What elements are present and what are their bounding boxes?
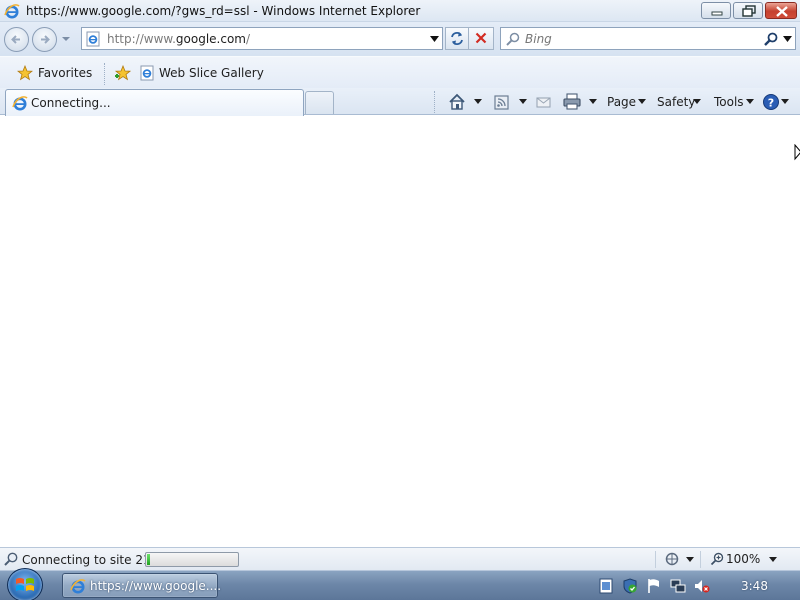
refresh-button[interactable]: [445, 27, 469, 50]
loading-progress-fill: [147, 554, 150, 565]
stop-button[interactable]: [469, 27, 494, 50]
magnifier-icon: [4, 552, 18, 566]
ie-icon: [12, 96, 28, 111]
search-options-dropdown-icon[interactable]: [783, 36, 792, 42]
window-title: https://www.google.com/?gws_rd=ssl - Win…: [26, 4, 421, 18]
command-bar-separator: [434, 91, 435, 113]
minimize-icon: [711, 11, 723, 16]
chevron-down-icon: [693, 99, 701, 104]
mouse-cursor-icon: [794, 144, 800, 161]
read-mail-button[interactable]: [535, 91, 555, 113]
search-provider-icon: [506, 32, 520, 46]
search-box[interactable]: [500, 27, 796, 50]
action-center-flag-icon[interactable]: [646, 578, 662, 594]
status-bar: Connecting to site 216 100%: [0, 547, 800, 570]
chevron-down-icon[interactable]: [519, 99, 527, 104]
svg-text:?: ?: [768, 97, 774, 110]
favorites-item-label: Web Slice Gallery: [159, 66, 264, 80]
stop-icon: [475, 32, 487, 44]
taskbar-button-label: https://www.google....: [90, 579, 222, 593]
address-bar[interactable]: http://www.google.com/: [81, 27, 443, 50]
forward-button[interactable]: [32, 27, 57, 52]
security-shield-icon[interactable]: [622, 578, 638, 594]
new-tab-button[interactable]: [305, 91, 334, 114]
recent-pages-dropdown-icon[interactable]: [61, 35, 71, 43]
tools-menu-button[interactable]: Tools: [713, 91, 757, 113]
favorites-separator: [104, 63, 105, 85]
safety-menu-button[interactable]: Safety: [656, 91, 706, 113]
refresh-icon: [451, 32, 463, 45]
close-icon: [776, 6, 788, 17]
taskbar: https://www.google.... 3:48: [0, 568, 800, 600]
tab-label: Connecting...: [31, 96, 111, 110]
chevron-down-icon[interactable]: [686, 557, 694, 562]
help-button[interactable]: ?: [762, 91, 792, 113]
page-menu-label: Page: [607, 95, 637, 109]
network-icon[interactable]: [670, 578, 686, 594]
tools-menu-label: Tools: [714, 95, 744, 109]
volume-muted-icon[interactable]: [694, 578, 710, 594]
ie-page-icon: [140, 65, 154, 81]
feeds-button[interactable]: [492, 91, 532, 113]
favorites-bar: Favorites Web Slice Gallery: [0, 56, 800, 88]
protected-mode-icon[interactable]: [664, 551, 680, 567]
status-separator: [655, 551, 656, 568]
chevron-down-icon: [638, 99, 646, 104]
page-content[interactable]: [0, 116, 800, 547]
ie-icon: [4, 4, 20, 19]
restore-icon: [742, 5, 756, 17]
safety-menu-label: Safety: [657, 95, 696, 109]
chevron-down-icon[interactable]: [769, 557, 777, 562]
add-to-favorites-bar-icon[interactable]: [114, 65, 132, 81]
favorites-item-web-slice-gallery[interactable]: Web Slice Gallery: [137, 62, 264, 84]
help-icon: ?: [763, 94, 779, 110]
print-button[interactable]: [562, 91, 600, 113]
taskbar-button-internet-explorer[interactable]: https://www.google....: [62, 573, 222, 598]
print-icon: [563, 93, 581, 110]
windows-logo-icon: [16, 578, 34, 591]
minimize-button[interactable]: [701, 2, 731, 19]
chevron-down-icon[interactable]: [589, 99, 597, 104]
read-mail-icon: [536, 97, 551, 108]
tab-row: Connecting... Page Safety Tools ?: [0, 88, 800, 116]
zoom-icon: [710, 552, 724, 566]
restore-button[interactable]: [733, 2, 763, 19]
home-icon: [449, 93, 465, 110]
search-input[interactable]: [525, 31, 745, 47]
status-text: Connecting to site 216: [22, 553, 159, 567]
favorites-star-icon: [17, 65, 33, 81]
zoom-level: 100%: [726, 552, 761, 566]
address-url[interactable]: http://www.google.com/: [107, 32, 250, 46]
feeds-icon: [494, 95, 509, 110]
chevron-down-icon[interactable]: [474, 99, 482, 104]
back-button[interactable]: [4, 27, 29, 52]
page-menu-button[interactable]: Page: [606, 91, 650, 113]
title-bar: https://www.google.com/?gws_rd=ssl - Win…: [0, 0, 800, 22]
back-arrow-icon: [11, 35, 20, 44]
ie-page-icon: [86, 31, 100, 47]
start-button[interactable]: [7, 568, 43, 600]
system-clock[interactable]: 3:48: [741, 579, 768, 593]
navigation-bar: http://www.google.com/: [0, 22, 800, 56]
chevron-down-icon: [746, 99, 754, 104]
close-button[interactable]: [765, 2, 797, 19]
address-dropdown-icon[interactable]: [430, 36, 439, 42]
ie-icon: [70, 579, 86, 594]
favorites-button[interactable]: Favorites: [11, 62, 99, 84]
chevron-down-icon[interactable]: [781, 99, 789, 104]
language-bar-icon[interactable]: [598, 578, 614, 594]
favorites-label: Favorites: [38, 66, 93, 80]
tab-connecting[interactable]: Connecting...: [5, 89, 304, 116]
status-separator: [700, 551, 701, 568]
loading-progress-bar: [145, 552, 239, 567]
forward-arrow-icon: [41, 35, 50, 44]
search-icon[interactable]: [763, 31, 779, 47]
home-button[interactable]: [447, 91, 487, 113]
